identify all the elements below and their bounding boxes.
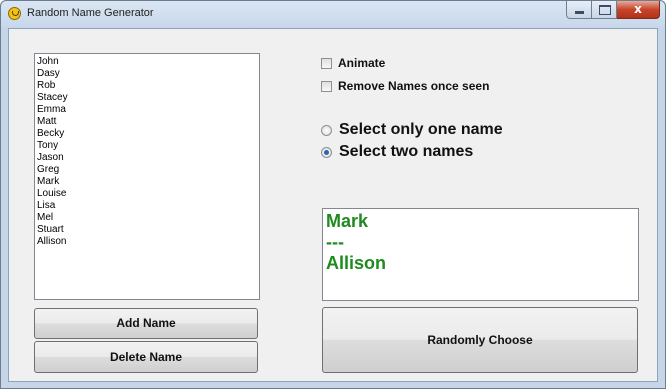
list-item[interactable]: Greg [37,164,259,176]
list-item[interactable]: John [37,56,259,68]
list-item[interactable]: Lisa [37,200,259,212]
list-item[interactable]: Matt [37,116,259,128]
list-item[interactable]: Dasy [37,68,259,80]
result-line: --- [326,232,344,252]
remove-names-label[interactable]: Remove Names once seen [338,79,489,93]
select-two-names-option[interactable]: Select two names [321,142,473,162]
list-item[interactable]: Mark [37,176,259,188]
app-window: Random Name Generator x John Dasy Rob St… [0,0,666,389]
delete-name-button[interactable]: Delete Name [34,341,258,373]
animate-checkbox[interactable] [321,57,332,69]
randomly-choose-button[interactable]: Randomly Choose [322,307,638,373]
select-one-name-radio[interactable] [321,124,332,136]
form-client-area: John Dasy Rob Stacey Emma Matt Becky Ton… [8,28,658,382]
names-listbox[interactable]: John Dasy Rob Stacey Emma Matt Becky Ton… [34,53,260,300]
close-button[interactable]: x [617,1,660,19]
result-line: Mark [326,211,369,231]
close-icon: x [634,2,642,16]
select-one-name-option[interactable]: Select only one name [321,120,503,140]
minimize-icon [575,11,584,14]
list-item[interactable]: Tony [37,140,259,152]
animate-option[interactable]: Animate [321,56,385,70]
result-line: Allison [326,253,387,273]
list-item[interactable]: Stuart [37,224,259,236]
list-item[interactable]: Becky [37,128,259,140]
remove-names-option[interactable]: Remove Names once seen [321,79,489,93]
select-two-names-radio[interactable] [321,146,332,158]
list-item[interactable]: Mel [37,212,259,224]
smiley-app-icon [8,7,21,20]
title-bar[interactable]: Random Name Generator x [1,1,665,28]
list-item[interactable]: Emma [37,104,259,116]
minimize-button[interactable] [566,1,592,19]
maximize-icon [599,5,611,15]
add-name-button[interactable]: Add Name [34,308,258,339]
list-item[interactable]: Louise [37,188,259,200]
remove-names-checkbox[interactable] [321,80,332,92]
caption-buttons: x [566,1,660,20]
list-item[interactable]: Allison [37,236,259,248]
select-one-name-label[interactable]: Select only one name [339,121,503,139]
window-title: Random Name Generator [27,7,154,19]
list-item[interactable]: Rob [37,80,259,92]
list-item[interactable]: Stacey [37,92,259,104]
animate-label[interactable]: Animate [338,56,385,70]
result-textbox[interactable]: Mark --- Allison [322,208,639,301]
maximize-button[interactable] [592,1,617,19]
list-item[interactable]: Jason [37,152,259,164]
select-two-names-label[interactable]: Select two names [339,143,473,161]
